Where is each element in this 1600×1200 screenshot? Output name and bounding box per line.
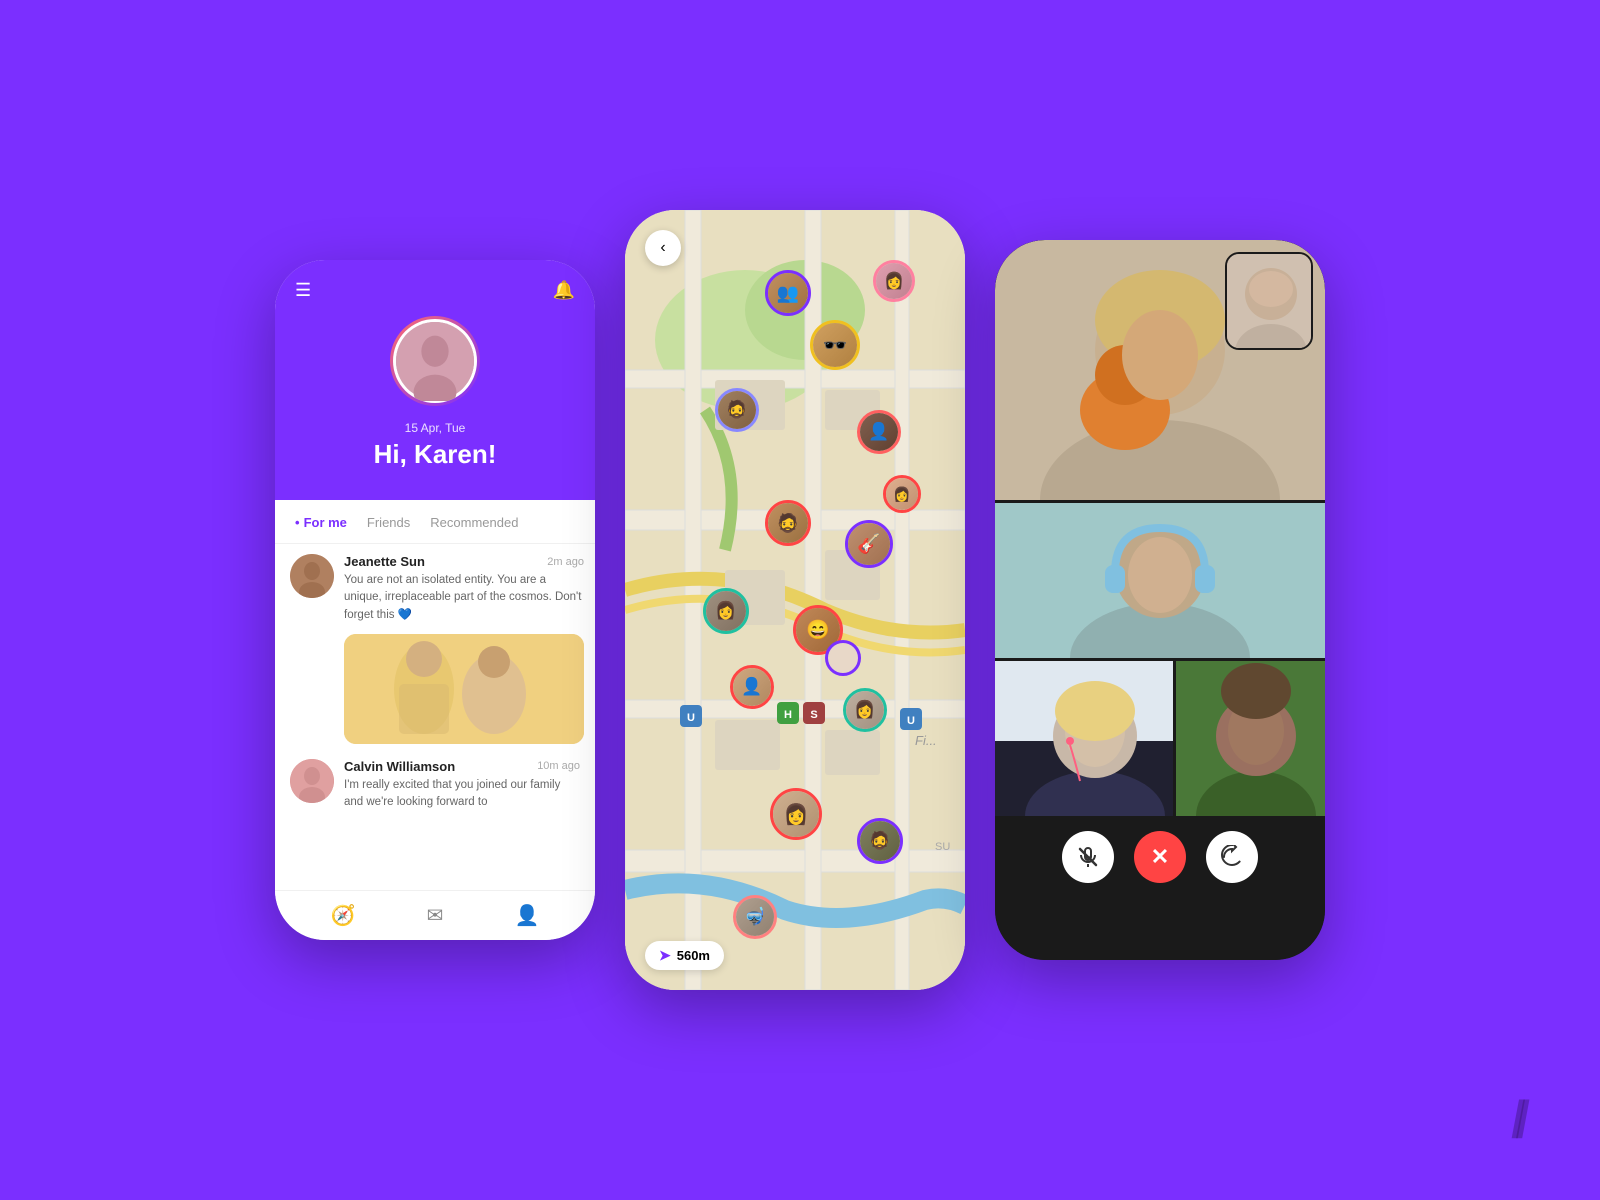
call-controls: ✕ [995, 816, 1325, 898]
brand-slash: // [1511, 1090, 1520, 1150]
video-small-overlay [1225, 252, 1313, 350]
user-avatar[interactable] [396, 322, 474, 400]
map-distance-badge: ➤ 560m [645, 941, 724, 970]
video-main-cell [995, 240, 1325, 500]
feed-text-calvin: I'm really excited that you joined our f… [344, 777, 580, 812]
svg-text:H: H [784, 709, 792, 721]
tab-friends[interactable]: Friends [367, 515, 410, 538]
map-pin-2[interactable]: 👩 [873, 260, 915, 302]
map-pin-1[interactable]: 👥 [765, 270, 811, 316]
map-pin-7[interactable]: 🧔 [765, 500, 811, 546]
feed-time-jeanette: 2m ago [547, 556, 584, 568]
feed-name-calvin: Calvin Williamson [344, 759, 455, 774]
nav-profile-icon[interactable]: 👤 [515, 903, 540, 928]
user-avatar-inner [393, 319, 477, 403]
feed-name-row-1: Jeanette Sun 2m ago [344, 554, 584, 569]
bottom-nav: 🧭 ✉ 👤 [275, 890, 595, 940]
video-row2 [995, 503, 1325, 658]
map-pin-9[interactable]: 👩 [703, 588, 749, 634]
tab-for-me[interactable]: For me [295, 515, 347, 538]
feed-item-2: Calvin Williamson 10m ago I'm really exc… [290, 759, 580, 812]
end-call-icon: ✕ [1151, 844, 1169, 870]
tab-bar: For me Friends Recommended [275, 500, 595, 544]
feed-time-calvin: 10m ago [537, 760, 580, 772]
map-pin-15[interactable]: 🧔 [857, 818, 903, 864]
mute-button[interactable] [1062, 831, 1114, 883]
video-cell-3b [1176, 661, 1325, 816]
feed-content: Jeanette Sun 2m ago You are not an isola… [275, 544, 595, 836]
map-pin-8[interactable]: 🎸 [845, 520, 893, 568]
feed-text-jeanette: You are not an isolated entity. You are … [344, 572, 584, 624]
phone-2-map: U U H S Fi... SU ‹ 👥 👩 [625, 210, 965, 990]
map-pin-11[interactable] [825, 640, 861, 676]
phones-container: ☰ 🔔 15 Apr, Tue Hi, Karen! For [235, 170, 1365, 1030]
svg-text:U: U [687, 712, 695, 724]
end-call-button[interactable]: ✕ [1134, 831, 1186, 883]
hamburger-icon[interactable]: ☰ [295, 280, 311, 301]
map-pin-4[interactable]: 🧔 [715, 388, 759, 432]
feed-avatar-calvin[interactable] [290, 759, 334, 803]
bell-icon[interactable]: 🔔 [553, 280, 575, 301]
phone1-header: ☰ 🔔 15 Apr, Tue Hi, Karen! [275, 260, 595, 500]
svg-text:SU: SU [935, 841, 950, 853]
map-pin-16[interactable]: 🤿 [733, 895, 777, 939]
map-back-button[interactable]: ‹ [645, 230, 681, 266]
greeting-text: Hi, Karen! [295, 439, 575, 470]
date-label: 15 Apr, Tue [295, 421, 575, 435]
feed-name-row-2: Calvin Williamson 10m ago [344, 759, 580, 774]
feed-info-jeanette: Jeanette Sun 2m ago You are not an isola… [344, 554, 584, 744]
map-pin-3[interactable]: 🕶️ [810, 320, 860, 370]
map-pin-6[interactable]: 👩 [883, 475, 921, 513]
svg-text:Fi...: Fi... [915, 733, 937, 748]
map-pin-14[interactable]: 👩 [770, 788, 822, 840]
phone-3-video: ✕ [995, 240, 1325, 960]
map-pin-13[interactable]: 👩 [843, 688, 887, 732]
feed-avatar-jeanette[interactable] [290, 554, 334, 598]
distance-value: 560m [677, 948, 710, 963]
distance-arrow-icon: ➤ [659, 947, 671, 964]
video-call-container: ✕ [995, 240, 1325, 960]
phone-1-social: ☰ 🔔 15 Apr, Tue Hi, Karen! For [275, 260, 595, 940]
svg-text:U: U [907, 715, 915, 727]
phone1-topbar: ☰ 🔔 [295, 280, 575, 301]
feed-info-calvin: Calvin Williamson 10m ago I'm really exc… [344, 759, 580, 812]
flip-camera-button[interactable] [1206, 831, 1258, 883]
map-svg: U U H S Fi... SU [625, 210, 965, 990]
feed-name-jeanette: Jeanette Sun [344, 554, 425, 569]
video-cell-3a [995, 661, 1173, 816]
map-container: U U H S Fi... SU ‹ 👥 👩 [625, 210, 965, 990]
map-pin-12[interactable]: 👤 [730, 665, 774, 709]
feed-item-1: Jeanette Sun 2m ago You are not an isola… [290, 554, 580, 744]
tab-recommended[interactable]: Recommended [430, 515, 518, 538]
feed-image-jeanette [344, 634, 584, 744]
user-avatar-ring [390, 316, 480, 406]
map-pin-5[interactable]: 👤 [857, 410, 901, 454]
video-row3 [995, 661, 1325, 816]
svg-text:S: S [810, 709, 817, 721]
nav-mail-icon[interactable]: ✉ [427, 903, 444, 928]
nav-explore-icon[interactable]: 🧭 [331, 903, 356, 928]
